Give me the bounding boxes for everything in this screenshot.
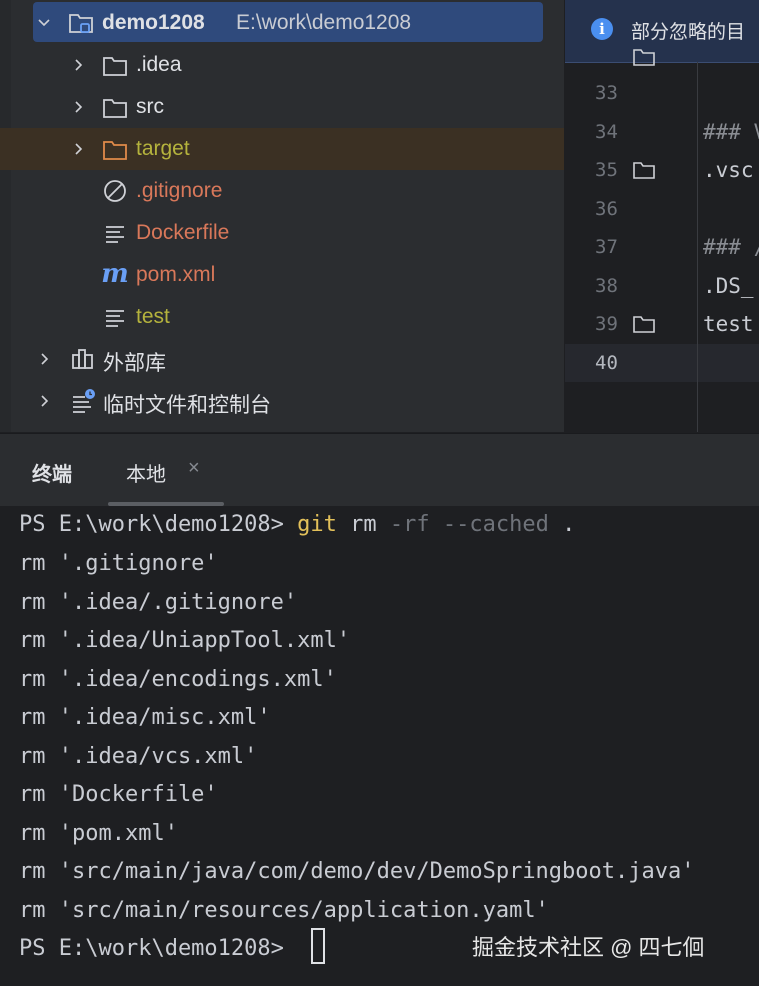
tree-item-label: .gitignore [136, 179, 223, 202]
chevron-right-icon[interactable] [72, 143, 84, 155]
line-number-current: 40 [595, 352, 618, 374]
terminal-output-line: rm '.idea/misc.xml' [19, 705, 271, 730]
tree-item-label: Dockerfile [136, 221, 230, 244]
command-flags: -rf --cached [389, 512, 549, 537]
line-number: 37 [595, 236, 618, 258]
line-number: 34 [595, 121, 618, 143]
info-icon: i [591, 18, 613, 40]
tab-label: 本地 [126, 464, 166, 486]
tree-item-test[interactable]: test [0, 297, 564, 337]
folder-icon [102, 94, 128, 120]
scratches-icon [70, 388, 96, 414]
tree-item-gitignore[interactable]: .gitignore [0, 171, 564, 211]
chevron-right-icon[interactable] [38, 395, 50, 407]
tree-root-row[interactable]: demo1208 E:\work\demo1208 [0, 2, 564, 42]
terminal-output-line: rm '.idea/encodings.xml' [19, 667, 337, 692]
tree-item-label: 临时文件和控制台 [103, 394, 271, 417]
terminal-output-line: rm '.idea/vcs.xml' [19, 744, 258, 769]
folder-icon [102, 52, 128, 78]
project-tree-panel: demo1208 E:\work\demo1208 .idea src targ… [0, 0, 564, 432]
line-number: 35 [595, 159, 618, 181]
terminal-output-line: rm 'pom.xml' [19, 821, 178, 846]
terminal-output-line: rm 'src/main/java/com/demo/dev/DemoSprin… [19, 859, 695, 884]
root-folder-name: demo1208 [102, 11, 205, 34]
editor-notification-banner: i 部分忽略的目 [565, 0, 759, 63]
command-argument: . [548, 512, 576, 537]
tab-local[interactable]: 本地 × [108, 444, 224, 506]
ignore-file-icon [102, 178, 128, 204]
tree-item-external-libraries[interactable]: 外部库 [0, 339, 564, 379]
chevron-right-icon[interactable] [38, 353, 50, 365]
command-subcommand: rm [336, 512, 390, 537]
tree-item-label: pom.xml [136, 263, 216, 286]
prompt: PS E:\work\demo1208> [19, 512, 298, 537]
close-icon[interactable]: × [188, 457, 200, 480]
tree-item-idea[interactable]: .idea [0, 45, 564, 85]
tree-item-target[interactable]: target [0, 129, 564, 169]
editor-gutter: 33 34 35 36 37 38 39 40 [565, 49, 697, 432]
tree-item-label: test [136, 305, 170, 328]
tree-item-label: 外部库 [103, 352, 166, 375]
tree-item-dockerfile[interactable]: Dockerfile [0, 213, 564, 253]
command-name: git [297, 512, 337, 537]
code-line[interactable]: ### / [703, 235, 759, 259]
root-folder-path: E:\work\demo1208 [236, 11, 412, 34]
line-number: 36 [595, 198, 618, 220]
terminal-output-line: rm '.idea/.gitignore' [19, 590, 298, 615]
terminal-output[interactable]: PS E:\work\demo1208> git rm -rf --cached… [0, 506, 759, 986]
terminal-output-line: rm '.gitignore' [19, 551, 218, 576]
terminal-output-line: rm '.idea/UniappTool.xml' [19, 628, 351, 653]
tree-item-label: target [136, 137, 190, 160]
terminal-cursor [311, 928, 325, 964]
terminal-final-prompt: PS E:\work\demo1208> [19, 936, 284, 961]
code-line[interactable]: test [703, 312, 754, 336]
excluded-folder-icon [102, 136, 128, 162]
notification-text: 部分忽略的目 [631, 22, 746, 43]
code-line[interactable]: ### V [703, 120, 759, 144]
terminal-output-line: rm 'src/main/resources/application.yaml' [19, 898, 549, 923]
chevron-right-icon[interactable] [72, 101, 84, 113]
line-number: 38 [595, 275, 618, 297]
code-line[interactable]: .DS_ [703, 274, 754, 298]
code-line[interactable]: .vsc [703, 158, 754, 182]
editor-panel: i 部分忽略的目 33 34 35 36 37 38 39 40 ### V .… [564, 0, 759, 432]
folder-icon [633, 49, 655, 66]
chevron-right-icon[interactable] [72, 59, 84, 71]
terminal-title: 终端 [32, 464, 72, 486]
folder-icon [633, 162, 655, 179]
line-number: 39 [595, 313, 618, 335]
folder-icon [633, 316, 655, 333]
terminal-output-line: rm 'Dockerfile' [19, 782, 218, 807]
text-file-icon [102, 304, 128, 330]
tree-item-scratches[interactable]: 临时文件和控制台 [0, 381, 564, 421]
gutter-separator [697, 62, 698, 432]
tree-item-label: src [136, 95, 164, 118]
chevron-down-icon[interactable] [38, 16, 50, 28]
line-number: 33 [595, 82, 618, 104]
terminal-command-line: PS E:\work\demo1208> git rm -rf --cached… [19, 512, 575, 537]
module-folder-icon [68, 9, 94, 35]
watermark: 掘金技术社区 @ 四七佪 [472, 935, 705, 960]
tree-item-label: .idea [136, 53, 182, 76]
tree-item-pom[interactable]: m pom.xml [0, 255, 564, 295]
text-file-icon [102, 220, 128, 246]
terminal-toolbar: 终端 本地 × [0, 433, 759, 506]
tree-item-src[interactable]: src [0, 87, 564, 127]
library-icon [70, 346, 96, 372]
maven-icon: m [101, 259, 129, 289]
